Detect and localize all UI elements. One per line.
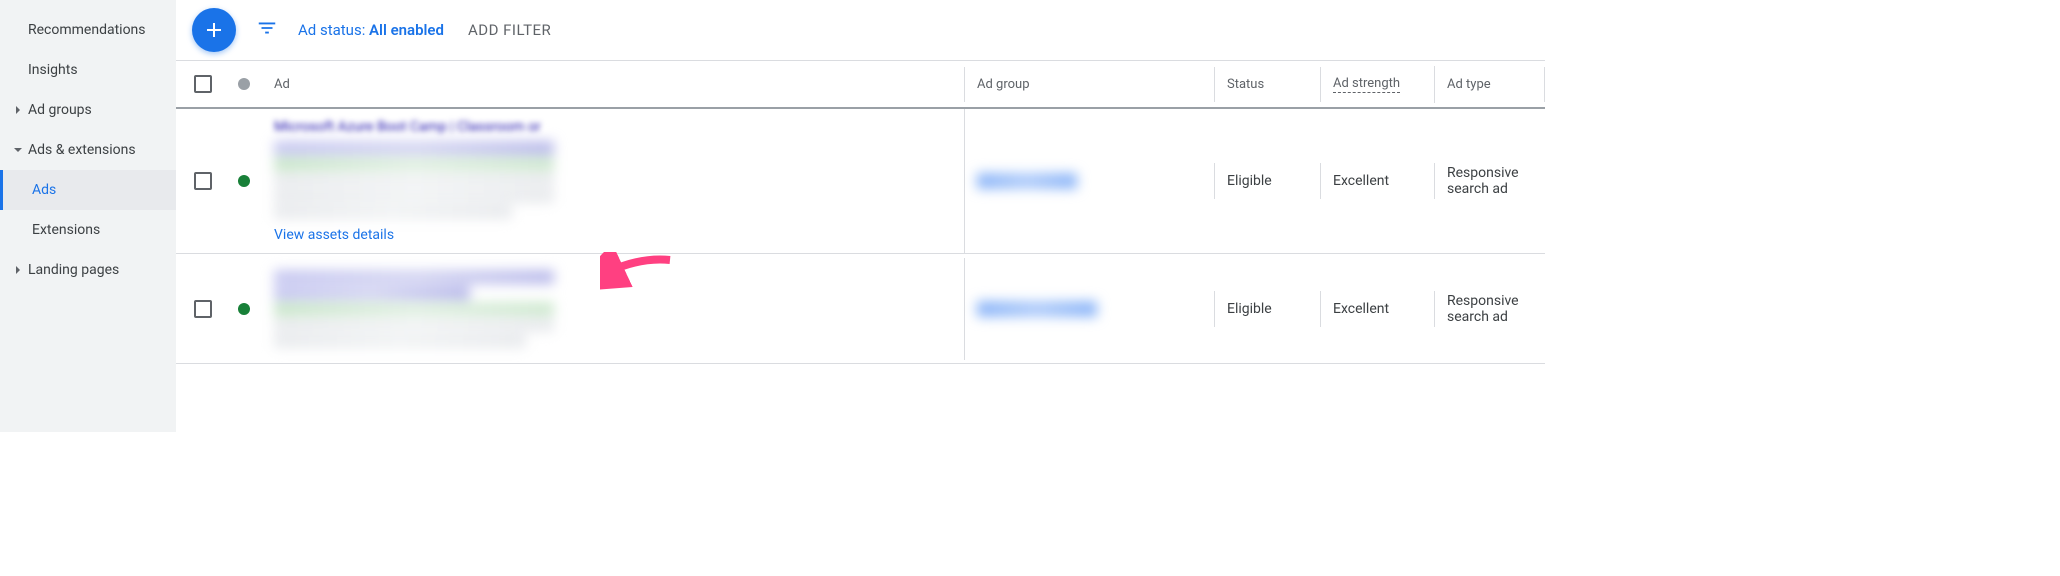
redacted-content [977,301,1097,317]
row-status-dot-cell [226,175,262,187]
header-strength[interactable]: Ad strength [1321,66,1435,103]
table-row[interactable]: Eligible Excellent Responsive search ad [176,254,1545,364]
sidebar-subitem-ads[interactable]: Ads [0,170,176,210]
adgroup-cell [965,291,1215,327]
redacted-content [274,268,554,350]
strength-cell: Excellent [1321,163,1435,199]
status-cell: Eligible [1215,291,1321,327]
main-content: Ad status: All enabled ADD FILTER Ad Ad … [176,0,1545,432]
sidebar-subitem-extensions[interactable]: Extensions [0,210,176,250]
header-ad[interactable]: Ad [262,67,965,102]
status-dot-enabled-icon [238,175,250,187]
filter-icon[interactable] [252,13,282,47]
status-cell: Eligible [1215,163,1321,199]
ad-cell [262,258,965,360]
sidebar-label: Extensions [32,222,100,238]
add-button[interactable] [192,8,236,52]
redacted-content [274,139,554,221]
row-status-dot-cell [226,303,262,315]
adgroup-cell [965,163,1215,199]
status-dot-icon [238,78,250,90]
view-assets-link[interactable]: View assets details [274,227,952,243]
sidebar-label: Recommendations [28,22,146,38]
table-row[interactable]: Microsoft Azure Boot Camp | Classroom or… [176,109,1545,254]
type-cell: Responsive search ad [1435,283,1545,335]
sidebar-label: Landing pages [28,262,119,278]
sidebar-item-insights[interactable]: Insights [0,50,176,90]
sidebar-item-ad-groups[interactable]: Ad groups [0,90,176,130]
add-filter-button[interactable]: ADD FILTER [468,21,551,39]
chevron-right-icon [8,106,28,114]
add-filter-label: ADD FILTER [468,21,551,39]
chevron-down-icon [8,146,28,154]
header-checkbox-cell [176,75,226,93]
ad-cell: Microsoft Azure Boot Camp | Classroom or… [262,109,965,253]
header-status[interactable]: Status [1215,67,1321,102]
row-checkbox-cell [176,172,226,190]
row-checkbox-cell [176,300,226,318]
redacted-content [977,173,1077,189]
status-dot-enabled-icon [238,303,250,315]
sidebar-label: Insights [28,62,78,78]
table-header: Ad Ad group Status Ad strength Ad type [176,61,1545,109]
sidebar: Recommendations Insights Ad groups Ads &… [0,0,176,432]
filter-chip-ad-status[interactable]: Ad status: All enabled [298,21,444,39]
row-checkbox[interactable] [194,300,212,318]
ad-title-link[interactable]: Microsoft Azure Boot Camp | Classroom or [274,119,952,135]
filter-label: Ad status: [298,21,369,39]
sidebar-item-landing-pages[interactable]: Landing pages [0,250,176,290]
filter-value: All enabled [369,21,444,39]
sidebar-item-recommendations[interactable]: Recommendations [0,10,176,50]
row-checkbox[interactable] [194,172,212,190]
chevron-right-icon [8,266,28,274]
sidebar-label: Ad groups [28,102,92,118]
sidebar-label: Ads [32,182,56,198]
header-adgroup[interactable]: Ad group [965,67,1215,102]
sidebar-label: Ads & extensions [28,142,136,158]
ads-table: Ad Ad group Status Ad strength Ad type M… [176,60,1545,432]
header-status-dot-cell [226,78,262,90]
select-all-checkbox[interactable] [194,75,212,93]
header-type[interactable]: Ad type [1435,67,1545,102]
strength-cell: Excellent [1321,291,1435,327]
toolbar: Ad status: All enabled ADD FILTER [176,0,1545,60]
sidebar-item-ads-extensions[interactable]: Ads & extensions [0,130,176,170]
plus-icon [202,18,226,42]
type-cell: Responsive search ad [1435,155,1545,207]
